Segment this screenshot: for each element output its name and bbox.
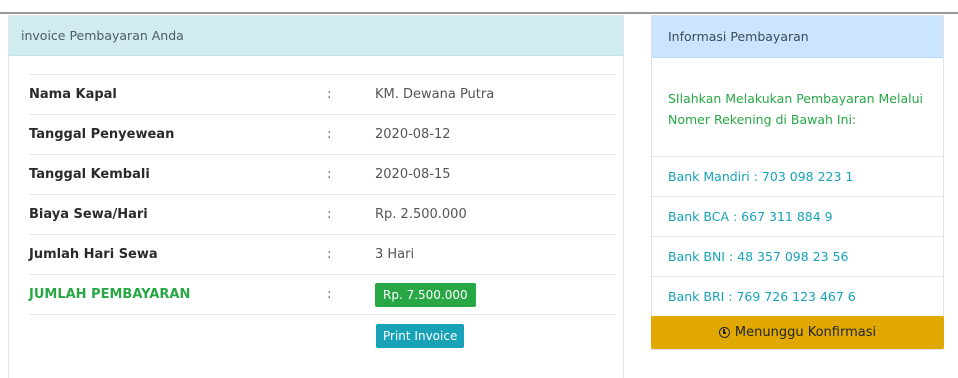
table-row: Jumlah Hari Sewa : 3 Hari bbox=[29, 234, 616, 275]
print-cell: Print Invoice bbox=[375, 314, 616, 369]
total-amount-badge: Rp. 7.500.000 bbox=[375, 282, 476, 307]
bank-account-item: Bank BCA : 667 311 884 9 bbox=[652, 197, 943, 237]
payment-info-header: Informasi Pembayaran bbox=[652, 16, 943, 58]
awaiting-confirmation-label: Menunggu Konfirmasi bbox=[734, 325, 877, 340]
total-row: JUMLAH PEMBAYARAN : Rp. 7.500.000 bbox=[29, 274, 616, 315]
print-invoice-button[interactable]: Print Invoice bbox=[376, 324, 465, 348]
row-value: 2020-08-12 bbox=[375, 114, 616, 155]
row-label: Nama Kapal bbox=[29, 74, 327, 115]
row-separator: : bbox=[327, 74, 375, 115]
row-label: Tanggal Penyewean bbox=[29, 114, 327, 155]
row-value: KM. Dewana Putra bbox=[375, 74, 616, 115]
empty-cell bbox=[327, 314, 375, 369]
row-separator: : bbox=[327, 234, 375, 275]
row-separator: : bbox=[327, 114, 375, 155]
row-value: Rp. 2.500.000 bbox=[375, 194, 616, 235]
table-row: Tanggal Penyewean : 2020-08-12 bbox=[29, 114, 616, 155]
top-divider bbox=[0, 12, 958, 14]
bank-account-item: Bank BRI : 769 726 123 467 6 bbox=[652, 277, 943, 317]
row-value: 2020-08-15 bbox=[375, 154, 616, 195]
table-row: Biaya Sewa/Hari : Rp. 2.500.000 bbox=[29, 194, 616, 235]
invoice-details-table: Nama Kapal : KM. Dewana Putra Tanggal Pe… bbox=[29, 74, 616, 369]
row-label: Jumlah Hari Sewa bbox=[29, 234, 327, 275]
bank-account-item: Bank Mandiri : 703 098 223 1 bbox=[652, 157, 943, 197]
total-label: JUMLAH PEMBAYARAN bbox=[29, 274, 327, 315]
print-row: Print Invoice bbox=[29, 314, 616, 369]
awaiting-confirmation-button[interactable]: Menunggu Konfirmasi bbox=[651, 316, 944, 349]
clock-icon bbox=[718, 327, 730, 338]
row-separator: : bbox=[327, 154, 375, 195]
row-separator: : bbox=[327, 274, 375, 315]
total-value-cell: Rp. 7.500.000 bbox=[375, 274, 616, 315]
row-label: Biaya Sewa/Hari bbox=[29, 194, 327, 235]
row-value: 3 Hari bbox=[375, 234, 616, 275]
invoice-card-header: invoice Pembayaran Anda bbox=[9, 16, 623, 56]
payment-info-card: Informasi Pembayaran SIlahkan Melakukan … bbox=[651, 15, 944, 350]
empty-cell bbox=[29, 314, 327, 369]
payment-instructions: SIlahkan Melakukan Pembayaran Melalui No… bbox=[652, 58, 943, 157]
row-label: Tanggal Kembali bbox=[29, 154, 327, 195]
table-row: Nama Kapal : KM. Dewana Putra bbox=[29, 74, 616, 115]
invoice-card: invoice Pembayaran Anda Nama Kapal : KM.… bbox=[8, 15, 624, 378]
table-row: Tanggal Kembali : 2020-08-15 bbox=[29, 154, 616, 195]
row-separator: : bbox=[327, 194, 375, 235]
bank-account-item: Bank BNI : 48 357 098 23 56 bbox=[652, 237, 943, 277]
